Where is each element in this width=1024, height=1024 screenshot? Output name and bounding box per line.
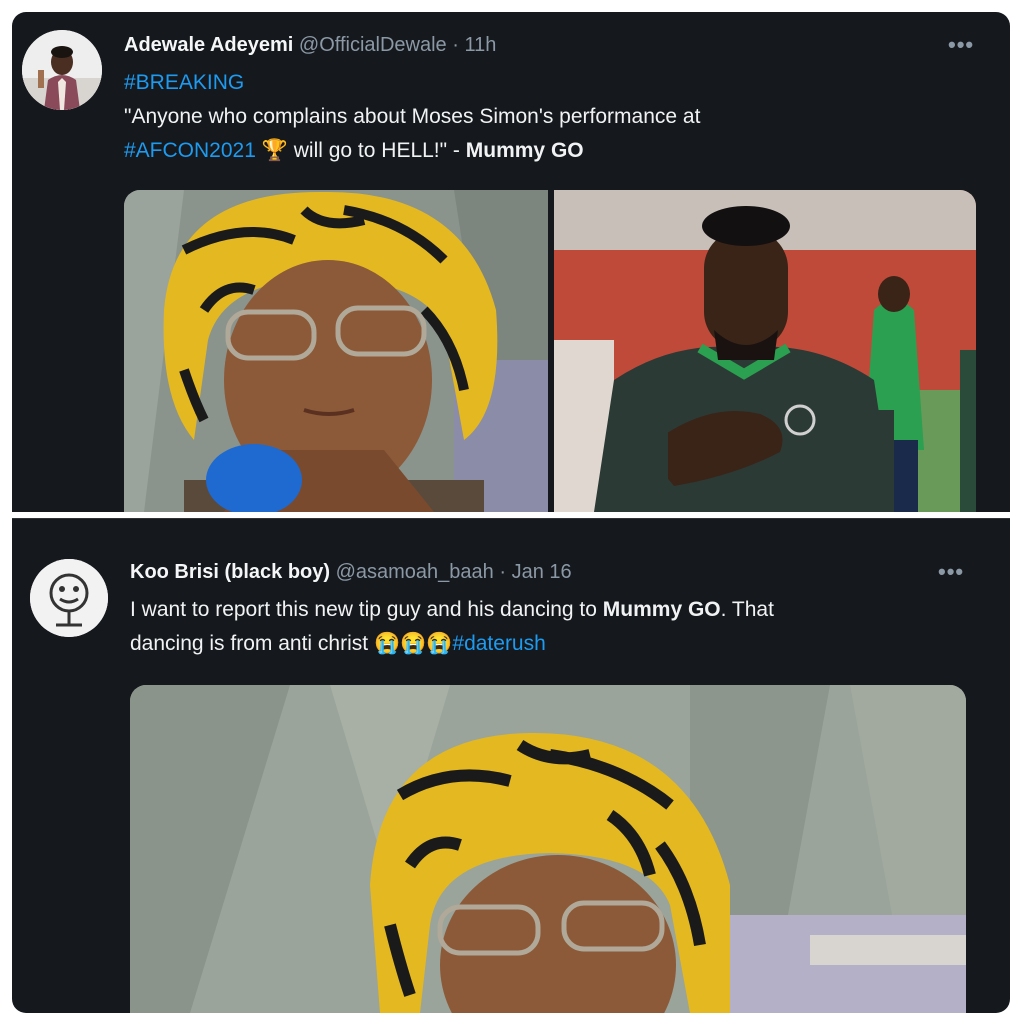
trophy-emoji: 🏆: [261, 139, 288, 162]
media-photo-woman[interactable]: [130, 685, 966, 1013]
more-horizontal-icon[interactable]: •••: [938, 559, 964, 585]
avatar[interactable]: [30, 559, 108, 637]
media-photo-player[interactable]: [554, 190, 976, 512]
tweet-line: will go to HELL!" -: [287, 139, 466, 162]
hashtag-link[interactable]: #BREAKING: [124, 71, 244, 94]
tweet-header: Adewale Adeyemi @OfficialDewale · 11h: [124, 34, 496, 57]
tweet-line: "Anyone who complains about Moses Simon'…: [124, 105, 701, 128]
avatar-image: [30, 559, 108, 637]
mentioned-name: Mummy GO: [602, 598, 721, 621]
media-photo-woman[interactable]: [124, 190, 548, 512]
display-name[interactable]: Adewale Adeyemi: [124, 34, 293, 56]
separator-dot: ·: [493, 561, 512, 583]
timestamp[interactable]: Jan 16: [512, 561, 572, 583]
avatar-image: [22, 30, 102, 110]
separator-dot: ·: [446, 34, 465, 56]
crying-emoji: 😭😭😭: [373, 632, 453, 655]
tweet-line: I want to report this new tip guy and hi…: [130, 598, 603, 621]
tweet-card-1[interactable]: Adewale Adeyemi @OfficialDewale · 11h ••…: [12, 12, 1010, 512]
attribution: Mummy GO: [465, 139, 584, 162]
user-handle[interactable]: @OfficialDewale: [299, 34, 447, 56]
more-horizontal-icon[interactable]: •••: [948, 32, 974, 58]
user-handle[interactable]: @asamoah_baah: [336, 561, 494, 583]
tweet-header: Koo Brisi (black boy) @asamoah_baah · Ja…: [130, 561, 572, 584]
avatar[interactable]: [22, 30, 102, 110]
tweet-text: I want to report this new tip guy and hi…: [130, 593, 990, 661]
tweet-line: . That: [720, 598, 774, 621]
tweet-card-2[interactable]: Koo Brisi (black boy) @asamoah_baah · Ja…: [12, 518, 1010, 1013]
display-name[interactable]: Koo Brisi (black boy): [130, 561, 330, 583]
tweet-media-grid[interactable]: [124, 190, 976, 512]
hashtag-link[interactable]: #daterush: [452, 632, 545, 655]
tweet-text: #BREAKING "Anyone who complains about Mo…: [124, 66, 984, 168]
hashtag-link[interactable]: #AFCON2021: [124, 139, 256, 162]
timestamp[interactable]: 11h: [464, 34, 496, 56]
tweet-line: dancing is from anti christ: [130, 632, 374, 655]
